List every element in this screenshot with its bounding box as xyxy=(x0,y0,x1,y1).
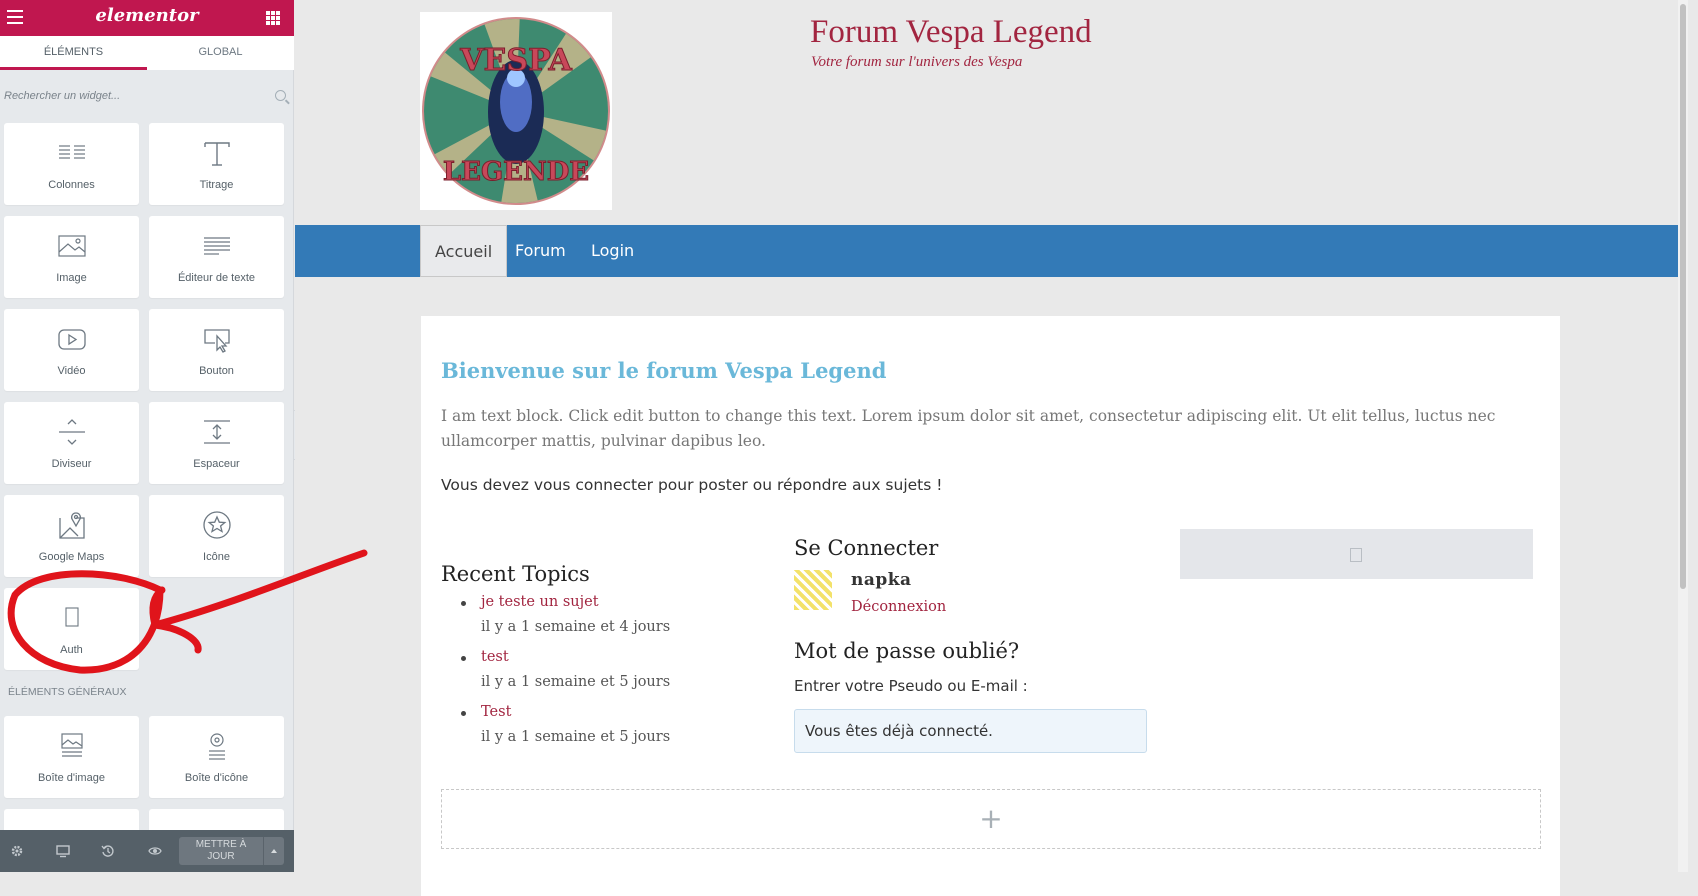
widget-label: Boîte d'image xyxy=(38,772,105,784)
topic-link[interactable]: je teste un sujet xyxy=(481,590,670,615)
scrollbar-thumb[interactable] xyxy=(1680,4,1686,589)
widget-label: Colonnes xyxy=(48,179,95,191)
list-item: Test il y a 1 semaine et 5 jours xyxy=(461,700,670,750)
site-tagline: Votre forum sur l'univers des Vespa xyxy=(811,54,1023,70)
widget-heading[interactable]: Titrage xyxy=(149,123,284,205)
logo-text-bottom: LEGENDE xyxy=(443,157,589,187)
site-title[interactable]: Forum Vespa Legend xyxy=(810,14,1092,51)
settings-icon[interactable] xyxy=(10,844,24,858)
topic-link[interactable]: test xyxy=(481,645,670,670)
login-notice: Vous devez vous connecter pour poster ou… xyxy=(441,476,943,494)
panel-header: elementor xyxy=(0,0,294,36)
main-navigation: Accueil Forum Login xyxy=(295,225,1688,277)
elementor-panel: elementor ÉLÉMENTS GLOBAL Rechercher un … xyxy=(0,0,294,872)
columns-icon xyxy=(58,145,85,159)
password-forgot-title: Mot de passe oublié? xyxy=(794,639,1020,663)
username[interactable]: napka xyxy=(851,570,912,590)
chevron-up-icon[interactable] xyxy=(263,837,284,865)
button-icon xyxy=(203,329,230,353)
widget-image-box[interactable]: Boîte d'image xyxy=(4,716,139,798)
search-icon xyxy=(275,90,286,101)
icon-box-icon xyxy=(208,733,225,760)
widget-label: Auth xyxy=(60,644,83,656)
nav-item-forum[interactable]: Forum xyxy=(515,225,566,277)
widgets-grid-icon[interactable] xyxy=(266,11,280,25)
placeholder-icon xyxy=(1350,548,1362,562)
widget-label: Boîte d'icône xyxy=(184,772,249,784)
widget-label: Titrage xyxy=(199,179,234,191)
star-icon xyxy=(202,511,231,539)
widget-label: Image xyxy=(56,272,87,284)
page-preview: VESPA LEGENDE Forum Vespa Legend Votre f… xyxy=(295,0,1688,896)
tab-global[interactable]: GLOBAL xyxy=(147,36,294,70)
password-forgot-label: Entrer votre Pseudo ou E-mail : xyxy=(794,677,1028,695)
widget-label: Espaceur xyxy=(193,458,240,470)
panel-footer: METTRE À JOUR xyxy=(0,830,294,872)
update-button[interactable]: METTRE À JOUR xyxy=(179,837,284,865)
widget-label: Diviseur xyxy=(51,458,92,470)
list-item: test il y a 1 semaine et 5 jours xyxy=(461,645,670,695)
nav-item-login[interactable]: Login xyxy=(591,225,634,277)
search-input[interactable]: Rechercher un widget... xyxy=(4,90,120,102)
widget-search[interactable]: Rechercher un widget... xyxy=(4,82,288,112)
vespa-logo-image: VESPA LEGENDE xyxy=(422,17,610,205)
logout-link[interactable]: Déconnexion xyxy=(851,599,946,615)
widget-text-editor[interactable]: Éditeur de texte xyxy=(149,216,284,298)
widget-label: Bouton xyxy=(199,365,234,377)
widget-icon[interactable]: Icône xyxy=(149,495,284,577)
topic-link[interactable]: Test xyxy=(481,700,670,725)
site-logo[interactable]: VESPA LEGENDE xyxy=(420,12,612,210)
page-scrollbar[interactable] xyxy=(1678,0,1688,872)
update-label: METTRE À JOUR xyxy=(195,839,247,862)
text-editor-icon xyxy=(203,237,230,255)
divider-icon xyxy=(58,419,85,445)
history-icon[interactable] xyxy=(101,844,115,858)
section-title-general: ÉLÉMENTS GÉNÉRAUX xyxy=(8,686,127,698)
widget-spacer[interactable]: Espaceur xyxy=(149,402,284,484)
topic-date: il y a 1 semaine et 5 jours xyxy=(481,729,671,745)
widget-label: Éditeur de texte xyxy=(177,272,256,284)
topic-date: il y a 1 semaine et 5 jours xyxy=(481,674,671,690)
image-box-icon xyxy=(60,733,83,757)
widget-columns[interactable]: Colonnes xyxy=(4,123,139,205)
map-icon xyxy=(58,512,85,539)
recent-topics-title: Recent Topics xyxy=(441,562,590,586)
image-icon xyxy=(57,235,86,257)
auth-icon xyxy=(64,607,79,627)
widget-video[interactable]: Vidéo xyxy=(4,309,139,391)
widget-label: Vidéo xyxy=(57,365,86,377)
widget-button[interactable]: Bouton xyxy=(149,309,284,391)
widget-label: Google Maps xyxy=(38,551,105,563)
elementor-logo: elementor xyxy=(95,5,199,26)
widget-auth[interactable]: Auth xyxy=(4,588,139,670)
topic-date: il y a 1 semaine et 4 jours xyxy=(481,619,671,635)
add-section-area[interactable]: + xyxy=(441,789,1541,849)
login-title: Se Connecter xyxy=(794,536,939,560)
widget-google-maps[interactable]: Google Maps xyxy=(4,495,139,577)
logo-text-top: VESPA xyxy=(459,43,572,78)
nav-item-accueil[interactable]: Accueil xyxy=(420,225,508,277)
heading-icon xyxy=(203,142,230,166)
tab-elements[interactable]: ÉLÉMENTS xyxy=(0,36,147,70)
main-content: Bienvenue sur le forum Vespa Legend I am… xyxy=(421,316,1560,896)
empty-widget-placeholder[interactable] xyxy=(1180,529,1533,579)
spacer-icon xyxy=(203,420,230,444)
video-icon xyxy=(57,329,86,350)
eye-icon[interactable] xyxy=(148,844,162,858)
widget-label: Icône xyxy=(203,551,230,563)
text-block: I am text block. Click edit button to ch… xyxy=(441,407,1496,450)
topic-list: je teste un sujet il y a 1 semaine et 4 j… xyxy=(461,590,670,755)
avatar xyxy=(794,570,832,610)
list-item: je teste un sujet il y a 1 semaine et 4 j… xyxy=(461,590,670,640)
welcome-heading: Bienvenue sur le forum Vespa Legend xyxy=(441,358,887,383)
responsive-icon[interactable] xyxy=(56,844,70,858)
panel-tabs: ÉLÉMENTS GLOBAL xyxy=(0,36,294,70)
widget-icon-box[interactable]: Boîte d'icône xyxy=(149,716,284,798)
widget-divider[interactable]: Diviseur xyxy=(4,402,139,484)
widget-image[interactable]: Image xyxy=(4,216,139,298)
already-connected-message: Vous êtes déjà connecté. xyxy=(794,709,1147,753)
